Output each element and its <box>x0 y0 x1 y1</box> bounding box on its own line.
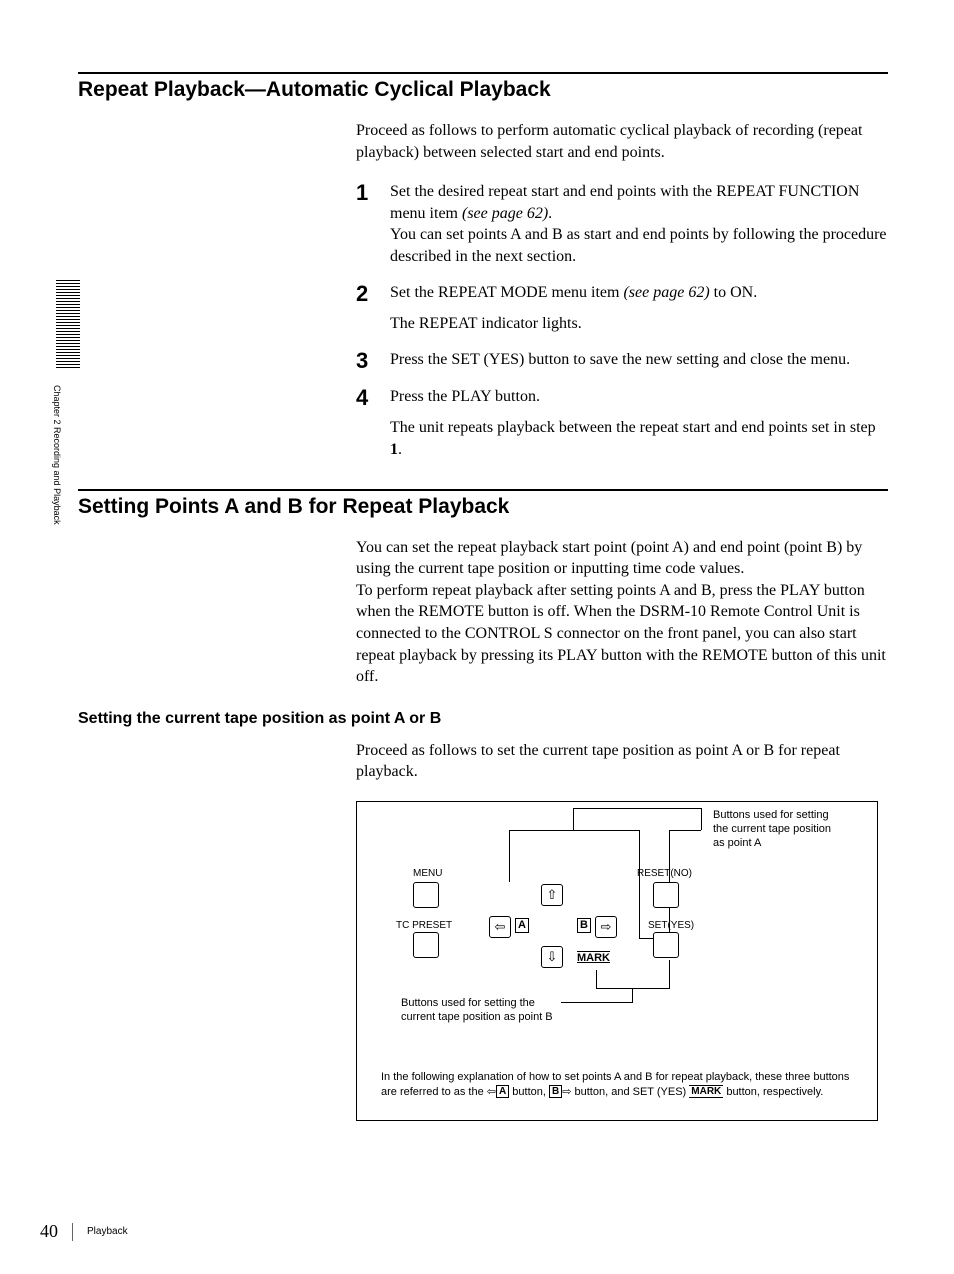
text: The unit repeats playback between the re… <box>390 419 876 436</box>
set-yes-button <box>653 932 679 958</box>
step-2: 2 Set the REPEAT MODE menu item (see pag… <box>356 282 888 335</box>
callout-line-b <box>561 1002 633 1003</box>
intro-paragraph: Proceed as follows to perform automatic … <box>356 120 888 163</box>
step-4: 4 Press the PLAY button. The unit repeat… <box>356 386 888 461</box>
step-number: 2 <box>356 282 376 335</box>
step-body: Set the REPEAT MODE menu item (see page … <box>390 282 888 335</box>
page-ref: (see page 62) <box>462 205 548 222</box>
callout-line-b <box>669 960 670 988</box>
callout-line-a <box>509 830 639 831</box>
label-menu: MENU <box>413 868 442 879</box>
footer-section-title: Playback <box>87 1226 128 1237</box>
arrow-up-button: ⇧ <box>541 884 563 906</box>
arrow-right-button: ⇨ <box>595 916 617 938</box>
label-tc-preset: TC PRESET <box>396 920 452 931</box>
text: Press the PLAY button. <box>390 388 540 405</box>
callout-line-b <box>596 970 597 988</box>
key-mark-inline: MARK <box>689 1085 723 1098</box>
page-footer: 40 Playback <box>40 1221 128 1242</box>
step-number: 4 <box>356 386 376 461</box>
tc-preset-button <box>413 932 439 958</box>
chapter-marker <box>56 280 80 370</box>
key-b-label: B <box>577 918 591 933</box>
section-2: Setting Points A and B for Repeat Playba… <box>78 489 888 1121</box>
section-heading-points-ab: Setting Points A and B for Repeat Playba… <box>78 489 888 519</box>
step-number: 1 <box>356 181 376 267</box>
callout-line-a <box>701 808 702 830</box>
callout-a-text: Buttons used for setting the current tap… <box>713 808 843 851</box>
text: to ON. <box>710 284 758 301</box>
text: button, respectively. <box>723 1086 823 1098</box>
paragraph: You can set the repeat playback start po… <box>356 537 888 688</box>
step-ref: 1 <box>390 441 398 458</box>
text: Set the desired repeat start and end poi… <box>390 183 859 222</box>
callout-line-b <box>596 988 670 989</box>
label-reset: RESET(NO) <box>637 868 692 879</box>
reset-button <box>653 882 679 908</box>
callout-line-a <box>509 830 510 882</box>
callout-line-a <box>669 830 701 831</box>
chapter-label: Chapter 2 Recording and Playback <box>52 385 62 525</box>
text: You can set points A and B as start and … <box>390 226 887 265</box>
callout-b-text: Buttons used for setting the current tap… <box>401 996 561 1025</box>
text: button, <box>509 1086 549 1098</box>
step-body: Press the PLAY button. The unit repeats … <box>390 386 888 461</box>
arrow-left-button: ⇦ <box>489 916 511 938</box>
arrow-down-button: ⇩ <box>541 946 563 968</box>
key-b-inline: B <box>549 1085 562 1098</box>
text: You can set the repeat playback start po… <box>356 539 862 578</box>
step-1: 1 Set the desired repeat start and end p… <box>356 181 888 267</box>
page-number: 40 <box>40 1221 58 1242</box>
label-mark: MARK <box>577 952 610 964</box>
step-number: 3 <box>356 349 376 372</box>
callout-line-a <box>573 808 701 809</box>
substep: The REPEAT indicator lights. <box>390 313 888 335</box>
callout-line-a <box>639 830 640 938</box>
text: button, and SET (YES) <box>571 1086 689 1098</box>
step-body: Press the SET (YES) button to save the n… <box>390 349 888 372</box>
page-ref: (see page 62) <box>623 284 709 301</box>
paragraph: Proceed as follows to set the current ta… <box>356 740 888 783</box>
callout-line-b <box>632 988 633 1002</box>
text: To perform repeat playback after setting… <box>356 582 886 685</box>
menu-button <box>413 882 439 908</box>
callout-line-a <box>573 808 574 830</box>
step-body: Set the desired repeat start and end poi… <box>390 181 888 267</box>
text: Set the REPEAT MODE menu item <box>390 284 623 301</box>
text: . <box>548 205 552 222</box>
step-3: 3 Press the SET (YES) button to save the… <box>356 349 888 372</box>
diagram-panel: Buttons used for setting the current tap… <box>381 830 853 1040</box>
button-diagram: Buttons used for setting the current tap… <box>356 801 878 1121</box>
substep: The unit repeats playback between the re… <box>390 417 888 460</box>
diagram-note: In the following explanation of how to s… <box>381 1058 853 1100</box>
subheading-current-tape: Setting the current tape position as poi… <box>78 710 888 728</box>
steps-list: 1 Set the desired repeat start and end p… <box>356 181 888 460</box>
text: . <box>398 441 402 458</box>
key-a-label: A <box>515 918 529 933</box>
key-a-inline: A <box>496 1085 509 1098</box>
arrow-left-icon: ⇦ <box>487 1086 496 1098</box>
label-set-yes: SET(YES) <box>648 920 694 931</box>
footer-separator <box>72 1223 73 1241</box>
section-heading-repeat: Repeat Playback—Automatic Cyclical Playb… <box>78 72 888 102</box>
main-content: Repeat Playback—Automatic Cyclical Playb… <box>78 72 888 1121</box>
